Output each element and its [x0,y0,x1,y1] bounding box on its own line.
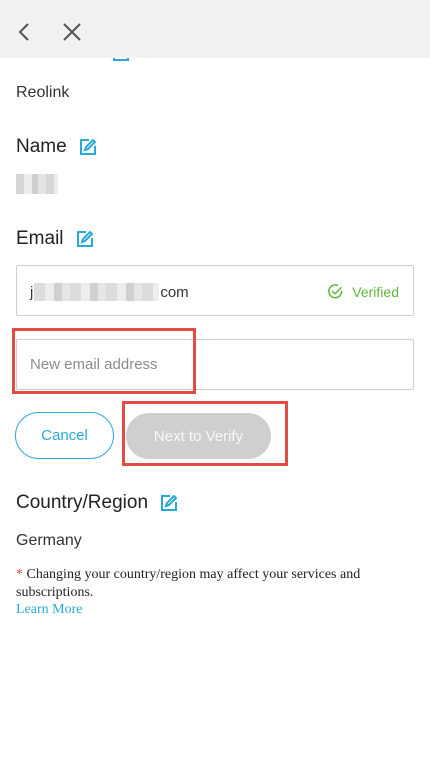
chevron-left-icon [18,23,29,41]
new-email-field[interactable] [16,339,414,390]
email-label: Email [16,228,94,250]
edit-icon[interactable] [76,230,94,248]
verified-badge: Verified [327,283,399,300]
notice-text: Changing your country/region may affect … [16,567,361,600]
top-navigation-bar [0,0,430,58]
profile-content: Nickname Reolink Name Email j com Verifi… [0,0,430,759]
current-email-field: j com Verified [16,265,414,316]
email-prefix: j [30,283,34,301]
email-label-text: Email [16,228,64,249]
country-value: Germany [16,532,82,549]
current-email-value: j com [30,283,189,301]
learn-more-link[interactable]: Learn More [16,602,82,618]
close-button[interactable] [57,17,87,47]
name-label: Name [16,136,97,158]
edit-icon[interactable] [79,138,97,156]
nickname-value: Reolink [16,84,70,101]
required-asterisk: * [16,567,23,582]
new-email-input[interactable] [30,356,390,373]
country-label-text: Country/Region [16,492,149,513]
edit-icon[interactable] [160,494,178,512]
email-suffix: com [160,283,189,301]
close-icon [63,23,81,41]
check-circle-icon [328,284,343,299]
email-redacted [34,283,160,301]
name-value-redacted [16,174,58,194]
next-to-verify-button[interactable]: Next to Verify [126,413,271,459]
country-label: Country/Region [16,492,178,514]
cancel-button[interactable]: Cancel [15,412,114,459]
verified-label: Verified [352,283,399,300]
back-button[interactable] [9,17,39,47]
country-change-notice: * Changing your country/region may affec… [16,566,406,602]
name-label-text: Name [16,136,67,157]
